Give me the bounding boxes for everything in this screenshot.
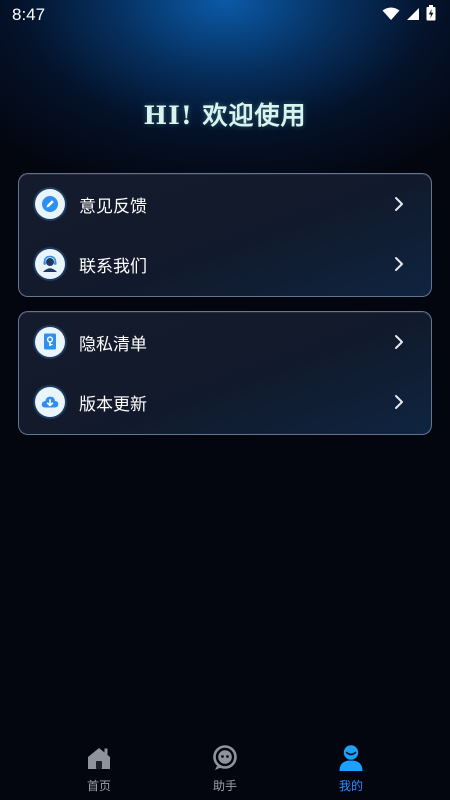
status-time: 8:47	[12, 5, 46, 24]
tab-profile[interactable]: 我的	[311, 743, 391, 794]
chevron-right-icon	[379, 196, 419, 212]
menu-item-privacy-list[interactable]: 隐私清单	[19, 312, 431, 372]
battery-icon	[426, 5, 436, 25]
cloud-download-icon	[35, 387, 65, 417]
signal-icon	[406, 6, 420, 25]
menu-item-feedback[interactable]: 意见反馈	[19, 174, 431, 234]
menu-item-feedback-label: 意见反馈	[79, 196, 147, 217]
assistant-bot-icon	[210, 743, 240, 773]
profile-icon	[336, 743, 366, 773]
menu-item-contact-us[interactable]: 联系我们	[19, 234, 431, 294]
menu-item-contact-us-label: 联系我们	[79, 256, 147, 277]
chevron-right-icon	[379, 256, 419, 272]
chevron-right-icon	[379, 334, 419, 350]
home-icon	[84, 743, 114, 773]
menu-item-privacy-list-label: 隐私清单	[79, 334, 147, 355]
menu-item-version-update[interactable]: 版本更新	[19, 372, 431, 432]
lock-document-icon	[35, 327, 65, 357]
bottom-tab-bar: 首页 助手 我的	[0, 735, 450, 800]
support-agent-icon	[35, 249, 65, 279]
settings-card-support: 意见反馈 联系我们	[18, 173, 432, 297]
settings-card-app: 隐私清单 版本更新	[18, 311, 432, 435]
menu-item-version-update-label: 版本更新	[79, 394, 147, 415]
pencil-icon	[35, 189, 65, 219]
status-bar: 8:47	[0, 0, 450, 30]
chevron-right-icon	[379, 394, 419, 410]
welcome-title: HI! 欢迎使用	[143, 101, 307, 130]
tab-profile-label: 我的	[338, 779, 363, 793]
status-icons	[382, 5, 436, 25]
wifi-icon	[382, 6, 400, 25]
tab-assistant[interactable]: 助手	[185, 743, 265, 794]
tab-assistant-label: 助手	[212, 779, 237, 793]
tab-home-label: 首页	[86, 779, 111, 793]
tab-home[interactable]: 首页	[59, 743, 139, 794]
